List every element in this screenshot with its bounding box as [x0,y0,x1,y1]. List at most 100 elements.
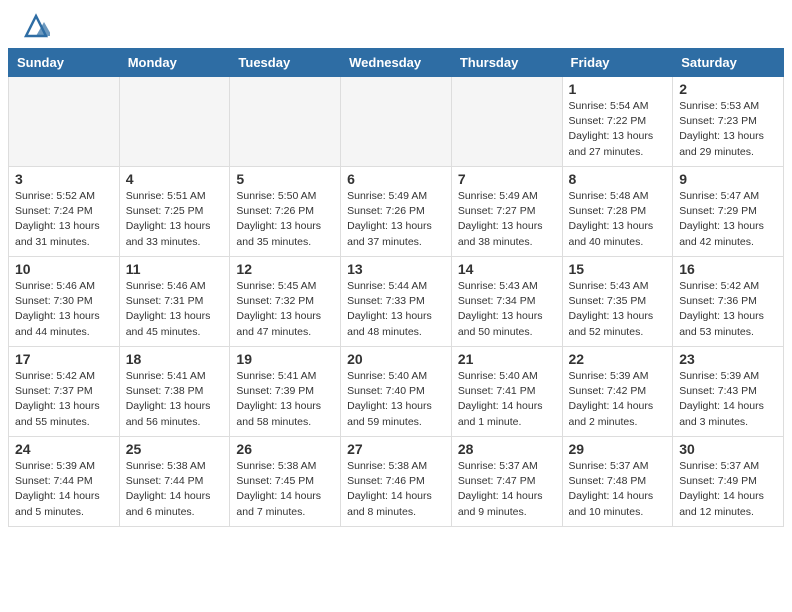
day-cell: 2 Sunrise: 5:53 AMSunset: 7:23 PMDaylight… [673,77,784,167]
day-number: 30 [679,441,777,457]
day-number: 1 [569,81,667,97]
day-number: 23 [679,351,777,367]
day-number: 18 [126,351,224,367]
day-number: 17 [15,351,113,367]
day-info: Sunrise: 5:42 AMSunset: 7:37 PMDaylight:… [15,369,113,430]
day-header-tuesday: Tuesday [230,49,341,77]
day-info: Sunrise: 5:38 AMSunset: 7:46 PMDaylight:… [347,459,445,520]
day-info: Sunrise: 5:50 AMSunset: 7:26 PMDaylight:… [236,189,334,250]
day-cell: 21 Sunrise: 5:40 AMSunset: 7:41 PMDayligh… [451,347,562,437]
day-number: 16 [679,261,777,277]
day-cell [341,77,452,167]
day-cell [9,77,120,167]
day-number: 26 [236,441,334,457]
day-number: 12 [236,261,334,277]
day-number: 7 [458,171,556,187]
day-number: 21 [458,351,556,367]
day-cell: 12 Sunrise: 5:45 AMSunset: 7:32 PMDayligh… [230,257,341,347]
day-header-thursday: Thursday [451,49,562,77]
day-number: 29 [569,441,667,457]
day-cell: 8 Sunrise: 5:48 AMSunset: 7:28 PMDaylight… [562,167,673,257]
day-cell [119,77,230,167]
day-cell: 17 Sunrise: 5:42 AMSunset: 7:37 PMDayligh… [9,347,120,437]
day-info: Sunrise: 5:39 AMSunset: 7:42 PMDaylight:… [569,369,667,430]
day-info: Sunrise: 5:46 AMSunset: 7:31 PMDaylight:… [126,279,224,340]
day-cell: 3 Sunrise: 5:52 AMSunset: 7:24 PMDaylight… [9,167,120,257]
day-info: Sunrise: 5:41 AMSunset: 7:38 PMDaylight:… [126,369,224,430]
day-cell: 28Sunrise: 5:37 AMSunset: 7:47 PMDayligh… [451,437,562,527]
day-info: Sunrise: 5:40 AMSunset: 7:40 PMDaylight:… [347,369,445,430]
day-info: Sunrise: 5:52 AMSunset: 7:24 PMDaylight:… [15,189,113,250]
day-info: Sunrise: 5:49 AMSunset: 7:27 PMDaylight:… [458,189,556,250]
day-info: Sunrise: 5:53 AMSunset: 7:23 PMDaylight:… [679,99,777,160]
day-info: Sunrise: 5:37 AMSunset: 7:47 PMDaylight:… [458,459,556,520]
day-cell: 5 Sunrise: 5:50 AMSunset: 7:26 PMDaylight… [230,167,341,257]
day-header-monday: Monday [119,49,230,77]
day-number: 9 [679,171,777,187]
day-info: Sunrise: 5:37 AMSunset: 7:49 PMDaylight:… [679,459,777,520]
day-cell: 24Sunrise: 5:39 AMSunset: 7:44 PMDayligh… [9,437,120,527]
day-cell: 14 Sunrise: 5:43 AMSunset: 7:34 PMDayligh… [451,257,562,347]
day-cell: 7 Sunrise: 5:49 AMSunset: 7:27 PMDaylight… [451,167,562,257]
day-cell: 11 Sunrise: 5:46 AMSunset: 7:31 PMDayligh… [119,257,230,347]
day-info: Sunrise: 5:38 AMSunset: 7:45 PMDaylight:… [236,459,334,520]
day-info: Sunrise: 5:41 AMSunset: 7:39 PMDaylight:… [236,369,334,430]
day-info: Sunrise: 5:51 AMSunset: 7:25 PMDaylight:… [126,189,224,250]
day-info: Sunrise: 5:49 AMSunset: 7:26 PMDaylight:… [347,189,445,250]
logo [20,16,50,40]
day-info: Sunrise: 5:38 AMSunset: 7:44 PMDaylight:… [126,459,224,520]
day-number: 20 [347,351,445,367]
day-info: Sunrise: 5:40 AMSunset: 7:41 PMDaylight:… [458,369,556,430]
day-number: 8 [569,171,667,187]
day-number: 6 [347,171,445,187]
day-cell: 10Sunrise: 5:46 AMSunset: 7:30 PMDayligh… [9,257,120,347]
day-cell: 27Sunrise: 5:38 AMSunset: 7:46 PMDayligh… [341,437,452,527]
day-cell: 26 Sunrise: 5:38 AMSunset: 7:45 PMDayligh… [230,437,341,527]
day-info: Sunrise: 5:48 AMSunset: 7:28 PMDaylight:… [569,189,667,250]
day-number: 22 [569,351,667,367]
day-cell: 22 Sunrise: 5:39 AMSunset: 7:42 PMDayligh… [562,347,673,437]
day-number: 15 [569,261,667,277]
day-number: 25 [126,441,224,457]
day-number: 19 [236,351,334,367]
day-number: 11 [126,261,224,277]
day-cell: 20 Sunrise: 5:40 AMSunset: 7:40 PMDayligh… [341,347,452,437]
day-cell: 13 Sunrise: 5:44 AMSunset: 7:33 PMDayligh… [341,257,452,347]
day-cell: 4 Sunrise: 5:51 AMSunset: 7:25 PMDaylight… [119,167,230,257]
day-number: 4 [126,171,224,187]
day-cell: 15Sunrise: 5:43 AMSunset: 7:35 PMDayligh… [562,257,673,347]
day-info: Sunrise: 5:39 AMSunset: 7:44 PMDaylight:… [15,459,113,520]
day-cell: 1 Sunrise: 5:54 AMSunset: 7:22 PMDaylight… [562,77,673,167]
day-info: Sunrise: 5:47 AMSunset: 7:29 PMDaylight:… [679,189,777,250]
day-cell: 19 Sunrise: 5:41 AMSunset: 7:39 PMDayligh… [230,347,341,437]
day-info: Sunrise: 5:46 AMSunset: 7:30 PMDaylight:… [15,279,113,340]
day-cell: 18 Sunrise: 5:41 AMSunset: 7:38 PMDayligh… [119,347,230,437]
day-header-sunday: Sunday [9,49,120,77]
day-header-saturday: Saturday [673,49,784,77]
day-info: Sunrise: 5:42 AMSunset: 7:36 PMDaylight:… [679,279,777,340]
day-cell: 9 Sunrise: 5:47 AMSunset: 7:29 PMDaylight… [673,167,784,257]
calendar: SundayMondayTuesdayWednesdayThursdayFrid… [8,48,784,527]
day-info: Sunrise: 5:37 AMSunset: 7:48 PMDaylight:… [569,459,667,520]
day-header-wednesday: Wednesday [341,49,452,77]
day-cell: 16 Sunrise: 5:42 AMSunset: 7:36 PMDayligh… [673,257,784,347]
day-cell [230,77,341,167]
day-cell: 23 Sunrise: 5:39 AMSunset: 7:43 PMDayligh… [673,347,784,437]
day-info: Sunrise: 5:39 AMSunset: 7:43 PMDaylight:… [679,369,777,430]
day-info: Sunrise: 5:54 AMSunset: 7:22 PMDaylight:… [569,99,667,160]
day-number: 3 [15,171,113,187]
day-cell: 6 Sunrise: 5:49 AMSunset: 7:26 PMDaylight… [341,167,452,257]
day-cell: 29 Sunrise: 5:37 AMSunset: 7:48 PMDayligh… [562,437,673,527]
day-number: 5 [236,171,334,187]
day-header-friday: Friday [562,49,673,77]
day-cell [451,77,562,167]
day-info: Sunrise: 5:43 AMSunset: 7:34 PMDaylight:… [458,279,556,340]
day-number: 14 [458,261,556,277]
day-number: 2 [679,81,777,97]
day-info: Sunrise: 5:44 AMSunset: 7:33 PMDaylight:… [347,279,445,340]
logo-icon [22,12,50,40]
day-cell: 25 Sunrise: 5:38 AMSunset: 7:44 PMDayligh… [119,437,230,527]
day-cell: 30 Sunrise: 5:37 AMSunset: 7:49 PMDayligh… [673,437,784,527]
day-info: Sunrise: 5:45 AMSunset: 7:32 PMDaylight:… [236,279,334,340]
day-number: 13 [347,261,445,277]
